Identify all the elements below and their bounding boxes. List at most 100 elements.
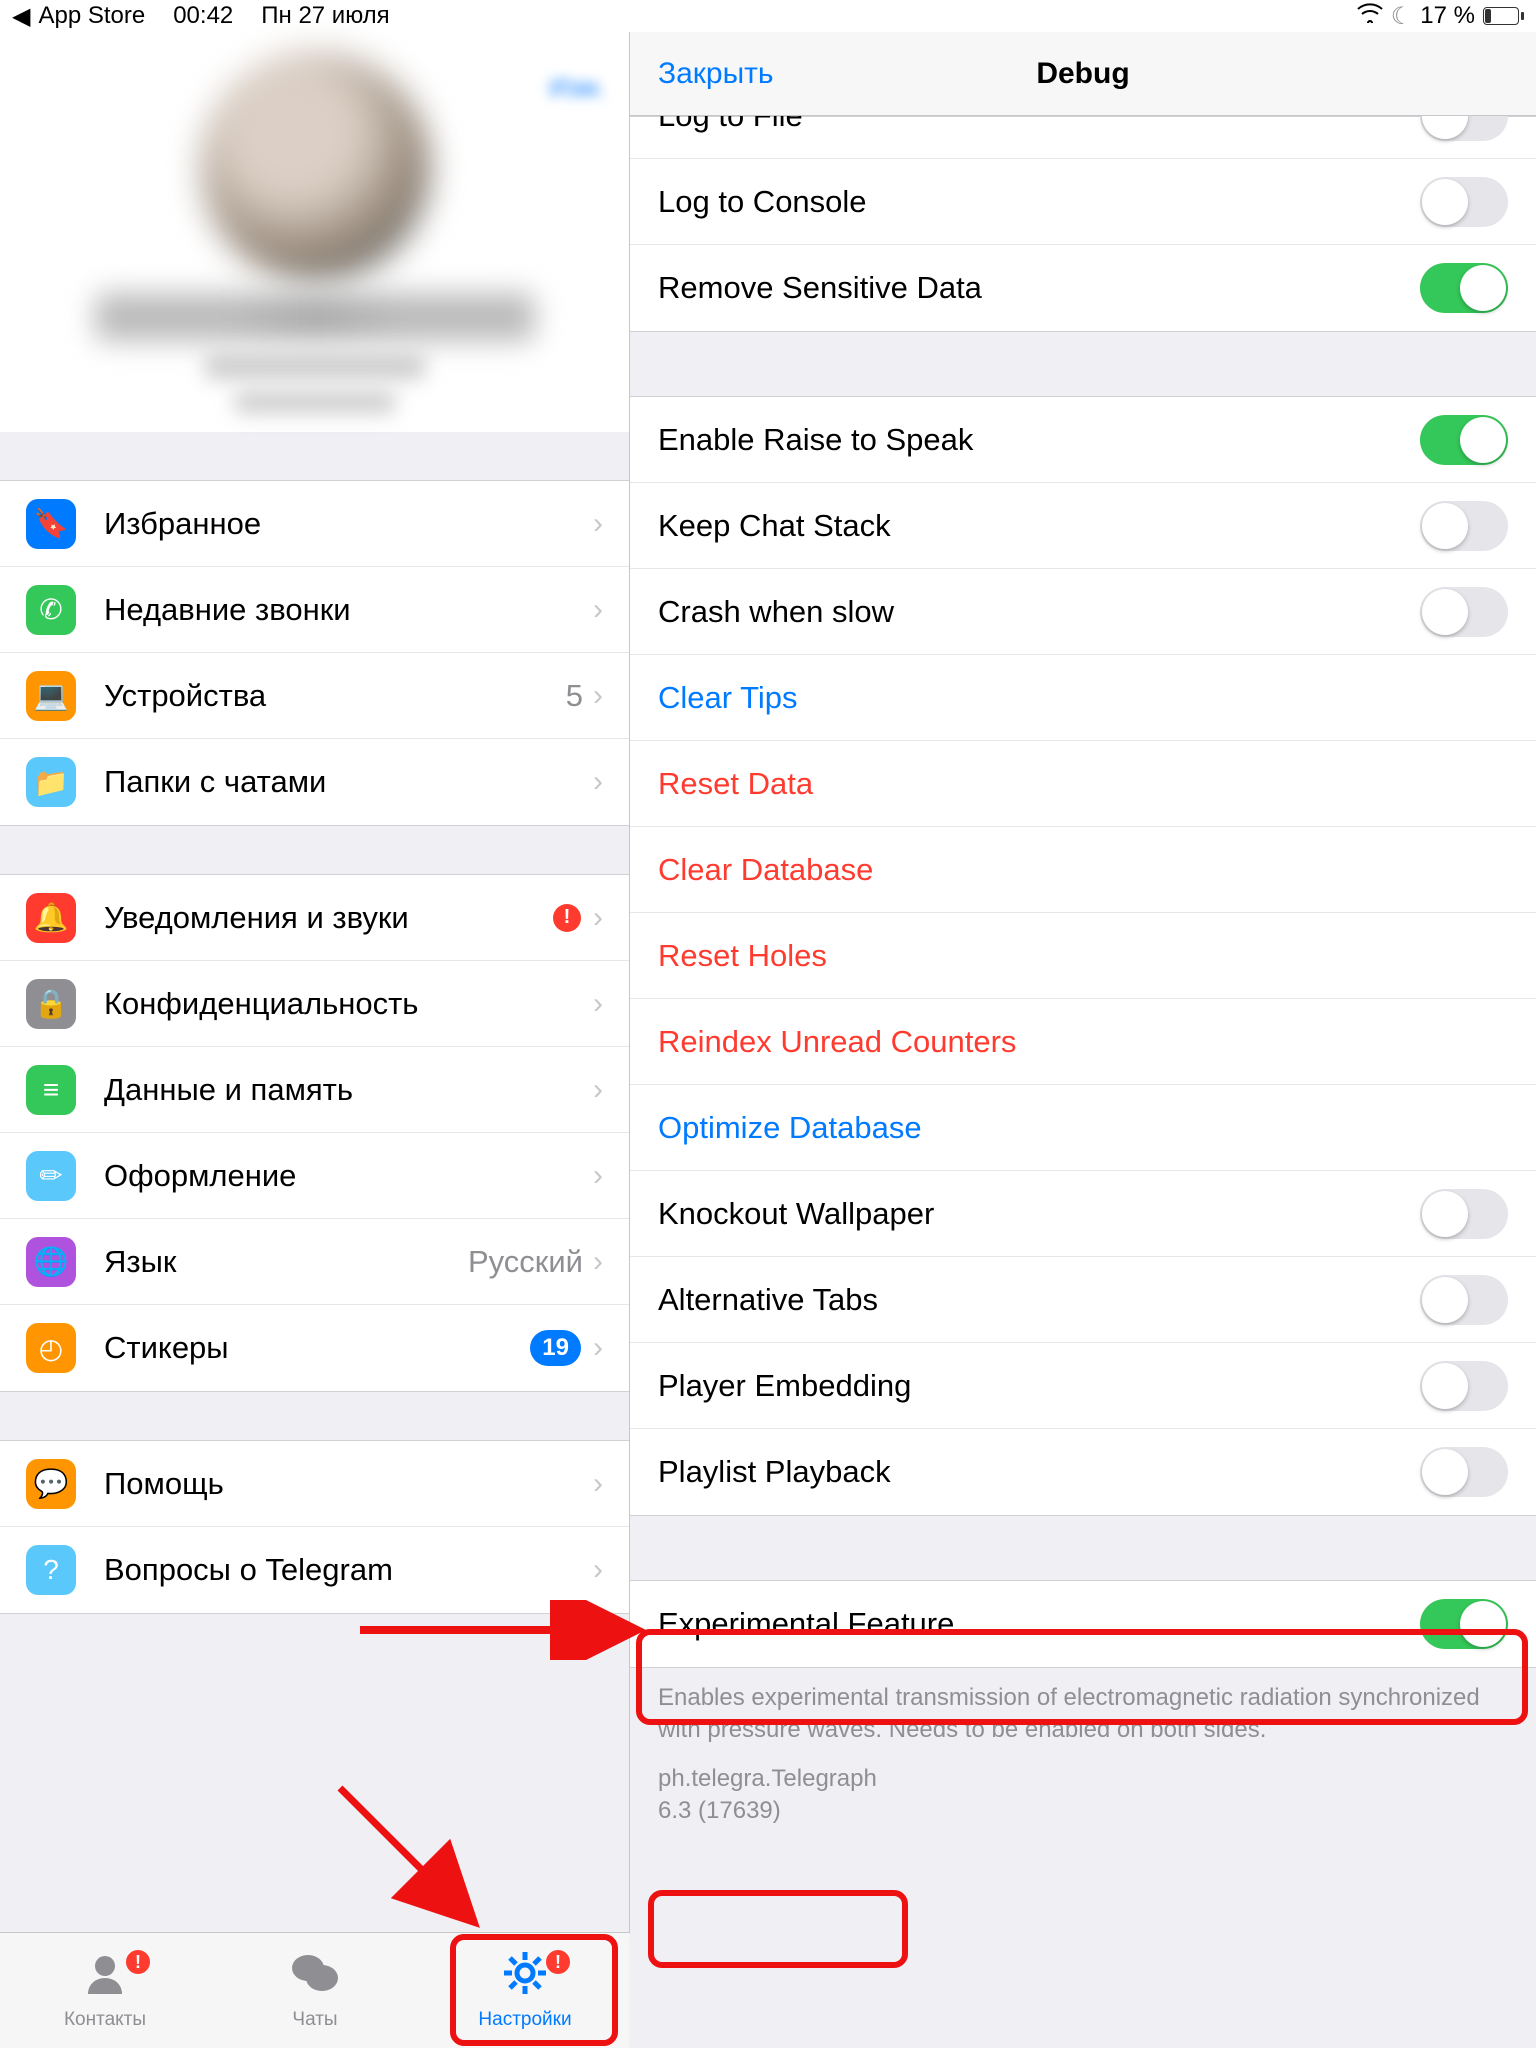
chevron-right-icon: ›: [593, 593, 603, 627]
chevron-right-icon: ›: [593, 901, 603, 935]
chevron-right-icon: ›: [593, 765, 603, 799]
debug-row[interactable]: Remove Sensitive Data: [630, 245, 1536, 331]
debug-row[interactable]: Experimental Feature: [630, 1581, 1536, 1667]
debug-row[interactable]: Keep Chat Stack: [630, 483, 1536, 569]
moon-icon: ☾: [1391, 2, 1413, 31]
settings-row-brush[interactable]: ✏︎Оформление›: [0, 1133, 629, 1219]
debug-detail-pane: Закрыть Debug Log to FileLog to ConsoleR…: [630, 32, 1536, 2048]
debug-row[interactable]: Reset Holes: [630, 913, 1536, 999]
row-detail: Русский: [468, 1244, 583, 1280]
row-label: Вопросы о Telegram: [104, 1552, 593, 1588]
toggle-switch[interactable]: [1420, 1275, 1508, 1325]
debug-row[interactable]: Clear Tips: [630, 655, 1536, 741]
profile-name: [95, 293, 535, 341]
row-label: Optimize Database: [658, 1110, 1508, 1146]
toggle-switch[interactable]: [1420, 1599, 1508, 1649]
laptop-icon: 💻: [26, 671, 76, 721]
row-detail: 5: [566, 678, 583, 714]
battery-pct: 17 %: [1420, 2, 1475, 30]
toggle-switch[interactable]: [1420, 177, 1508, 227]
status-date: Пн 27 июля: [261, 2, 389, 30]
avatar[interactable]: [200, 51, 430, 281]
settings-row-bookmark[interactable]: 🔖Избранное›: [0, 481, 629, 567]
debug-row[interactable]: Knockout Wallpaper: [630, 1171, 1536, 1257]
profile-phone: [205, 353, 425, 379]
close-button[interactable]: Закрыть: [658, 57, 774, 91]
debug-row[interactable]: Log to File: [630, 116, 1536, 159]
row-label: Log to Console: [658, 184, 1420, 220]
debug-row[interactable]: Reset Data: [630, 741, 1536, 827]
back-to-app-label[interactable]: App Store: [38, 2, 145, 30]
settings-master-pane: Изм. 🔖Избранное›✆Недавние звонки›💻Устрой…: [0, 32, 630, 2048]
lock-icon: 🔒: [26, 979, 76, 1029]
alert-badge: !: [553, 904, 581, 932]
row-label: Reset Holes: [658, 938, 1508, 974]
row-label: Конфиденциальность: [104, 986, 593, 1022]
row-label: Язык: [104, 1244, 468, 1280]
settings-row-laptop[interactable]: 💻Устройства5›: [0, 653, 629, 739]
settings-row-sticker[interactable]: ◴Стикеры19›: [0, 1305, 629, 1391]
edit-button[interactable]: Изм.: [549, 72, 605, 103]
toggle-switch[interactable]: [1420, 263, 1508, 313]
row-label: Папки с чатами: [104, 764, 593, 800]
debug-row[interactable]: Optimize Database: [630, 1085, 1536, 1171]
row-label: Playlist Playback: [658, 1454, 1420, 1490]
count-badge: 19: [530, 1330, 581, 1366]
row-label: Недавние звонки: [104, 592, 593, 628]
settings-row-phone[interactable]: ✆Недавние звонки›: [0, 567, 629, 653]
toggle-switch[interactable]: [1420, 116, 1508, 141]
row-label: Alternative Tabs: [658, 1282, 1420, 1318]
row-label: Experimental Feature: [658, 1606, 1420, 1642]
settings-row-folder[interactable]: 📁Папки с чатами›: [0, 739, 629, 825]
toggle-switch[interactable]: [1420, 1447, 1508, 1497]
chevron-right-icon: ›: [593, 507, 603, 541]
row-label: Knockout Wallpaper: [658, 1196, 1420, 1232]
db-icon: ≡: [26, 1065, 76, 1115]
debug-row[interactable]: Reindex Unread Counters: [630, 999, 1536, 1085]
row-label: Оформление: [104, 1158, 593, 1194]
battery-icon: [1483, 7, 1524, 25]
bookmark-icon: 🔖: [26, 499, 76, 549]
contacts-icon: [82, 1950, 128, 2007]
toggle-switch[interactable]: [1420, 587, 1508, 637]
chat-icon: 💬: [26, 1459, 76, 1509]
tab-bar: ! Контакты Чаты ! Настройки: [0, 1932, 630, 2048]
toggle-switch[interactable]: [1420, 1189, 1508, 1239]
row-label: Enable Raise to Speak: [658, 422, 1420, 458]
row-label: Уведомления и звуки: [104, 900, 553, 936]
debug-row[interactable]: Crash when slow: [630, 569, 1536, 655]
app-version: ph.telegra.Telegraph6.3 (17639): [630, 1747, 1536, 1844]
wifi-icon: [1357, 2, 1383, 30]
question-icon: ?: [26, 1545, 76, 1595]
chevron-right-icon: ›: [593, 1245, 603, 1279]
debug-row[interactable]: Enable Raise to Speak: [630, 397, 1536, 483]
toggle-switch[interactable]: [1420, 415, 1508, 465]
toggle-switch[interactable]: [1420, 501, 1508, 551]
debug-row[interactable]: Player Embedding: [630, 1343, 1536, 1429]
settings-row-db[interactable]: ≡Данные и память›: [0, 1047, 629, 1133]
debug-row[interactable]: Alternative Tabs: [630, 1257, 1536, 1343]
profile-header[interactable]: Изм.: [0, 32, 629, 432]
tab-settings[interactable]: ! Настройки: [450, 1950, 600, 2031]
settings-row-globe[interactable]: 🌐ЯзыкРусский›: [0, 1219, 629, 1305]
tab-chats[interactable]: Чаты: [240, 1950, 390, 2031]
debug-row[interactable]: Clear Database: [630, 827, 1536, 913]
toggle-switch[interactable]: [1420, 1361, 1508, 1411]
chevron-right-icon: ›: [593, 1159, 603, 1193]
debug-row[interactable]: Playlist Playback: [630, 1429, 1536, 1515]
chevron-right-icon: ›: [593, 1073, 603, 1107]
settings-row-bell[interactable]: 🔔 Уведомления и звуки! ›: [0, 875, 629, 961]
row-label: Reindex Unread Counters: [658, 1024, 1508, 1060]
tab-label: Настройки: [478, 2009, 571, 2031]
settings-row-question[interactable]: ? Вопросы о Telegram›: [0, 1527, 629, 1613]
tab-label: Чаты: [292, 2009, 337, 2031]
row-label: Crash when slow: [658, 594, 1420, 630]
tab-contacts[interactable]: ! Контакты: [30, 1950, 180, 2031]
chevron-right-icon: ›: [593, 1553, 603, 1587]
settings-row-chat[interactable]: 💬Помощь›: [0, 1441, 629, 1527]
settings-row-lock[interactable]: 🔒Конфиденциальность›: [0, 961, 629, 1047]
debug-row[interactable]: Log to Console: [630, 159, 1536, 245]
badge-icon: !: [544, 1948, 572, 1976]
back-to-app-icon[interactable]: ◀: [12, 2, 30, 31]
bell-icon: 🔔: [26, 893, 76, 943]
